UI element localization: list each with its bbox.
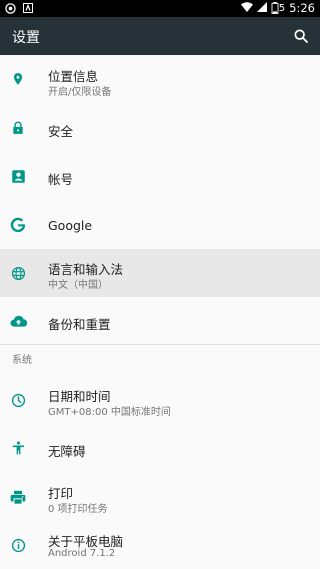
settings-item-about-tablet[interactable]: 关于平板电脑 Android 7.1.2	[0, 521, 320, 569]
item-subtitle: 中文（中国）	[48, 280, 108, 291]
settings-item-backup-reset[interactable]: 备份和重置	[0, 297, 320, 345]
item-title: Google	[48, 218, 93, 233]
item-subtitle: Android 7.1.2	[48, 548, 116, 559]
lock-icon	[8, 118, 28, 138]
accessibility-icon	[8, 438, 28, 458]
settings-item-security[interactable]: 安全	[0, 104, 320, 152]
settings-item-accessibility[interactable]: 无障碍	[0, 424, 320, 472]
settings-item-language[interactable]: 语言和输入法 中文（中国）	[0, 249, 320, 297]
search-icon	[294, 29, 308, 43]
item-subtitle: 0 项打印任务	[48, 504, 108, 515]
globe-icon	[8, 263, 28, 283]
info-icon	[8, 535, 28, 555]
notification-icons	[4, 2, 34, 14]
cloud-upload-icon	[8, 311, 28, 331]
android-notification-icon	[4, 2, 16, 14]
clock-icon	[8, 390, 28, 410]
settings-item-printing[interactable]: 打印 0 项打印任务	[0, 473, 320, 521]
location-icon	[8, 69, 28, 89]
search-button[interactable]	[290, 25, 312, 47]
battery-percent: 5	[278, 2, 286, 14]
item-title: 安全	[48, 124, 74, 139]
app-notification-icon	[22, 2, 34, 14]
item-subtitle: 开启/仅限设备	[48, 87, 112, 98]
page-title: 设置	[12, 30, 40, 46]
section-divider	[0, 344, 320, 345]
item-title: 备份和重置	[48, 317, 111, 332]
settings-item-accounts[interactable]: 帐号	[0, 152, 320, 200]
app-bar: 设置	[0, 17, 320, 55]
item-title: 帐号	[48, 172, 74, 187]
clock: 5:26	[289, 1, 315, 15]
printer-icon	[8, 487, 28, 507]
system-status: 5 5:26	[240, 1, 315, 15]
settings-item-google[interactable]: Google	[0, 201, 320, 249]
status-bar: 5 5:26	[0, 0, 320, 17]
wifi-icon	[240, 1, 253, 15]
item-subtitle: GMT+08:00 中国标准时间	[48, 407, 171, 418]
signal-icon	[256, 1, 267, 15]
account-icon	[8, 166, 28, 186]
settings-item-date-time[interactable]: 日期和时间 GMT+08:00 中国标准时间	[0, 376, 320, 424]
section-header-system: 系统	[12, 355, 32, 366]
battery-icon: 5	[271, 2, 285, 14]
google-icon	[8, 215, 28, 235]
item-title: 无障碍	[48, 444, 86, 459]
settings-item-location[interactable]: 位置信息 开启/仅限设备	[0, 55, 320, 103]
